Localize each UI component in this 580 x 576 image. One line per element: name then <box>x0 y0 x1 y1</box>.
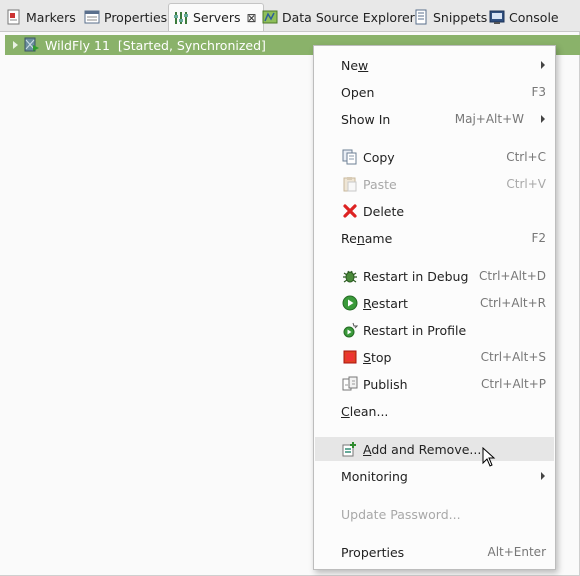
tab-console[interactable]: Console <box>489 4 559 30</box>
menu-item-label: Restart in Debug <box>363 268 469 284</box>
menu-item-label: Delete <box>363 203 405 219</box>
menu-item-label: Monitoring <box>341 468 408 484</box>
menu-item-copy[interactable]: Copy Ctrl+C <box>315 145 554 169</box>
menu-accelerator: Ctrl+Alt+S <box>480 350 546 364</box>
context-menu: New Open F3 Show In Maj+Alt+W Copy Ctrl+… <box>313 45 556 570</box>
menu-accelerator: Alt+Enter <box>487 545 546 559</box>
close-icon[interactable]: ⊠ <box>247 11 257 25</box>
debug-bug-icon <box>342 268 358 284</box>
menu-item-label: Update Password... <box>341 506 461 522</box>
tab-label: Data Source Explorer <box>282 9 415 25</box>
menu-item-label: Open <box>341 84 375 100</box>
menu-item-restart-in-debug[interactable]: Restart in Debug Ctrl+Alt+D <box>315 264 554 288</box>
menu-item-restart-in-profile[interactable]: Restart in Profile <box>315 318 554 342</box>
menu-item-label: Rename <box>341 230 393 246</box>
menu-item-label: Properties <box>341 544 405 560</box>
menu-item-label: Copy <box>363 149 395 165</box>
tab-label: Snippets <box>433 9 488 25</box>
menu-item-label: Paste <box>363 176 397 192</box>
menu-item-label: New <box>341 57 369 73</box>
expand-arrow-icon[interactable] <box>13 41 18 49</box>
menu-accelerator: F2 <box>531 231 546 245</box>
add-remove-icon <box>342 441 358 457</box>
tab-snippets[interactable]: Snippets <box>413 4 487 30</box>
menu-accelerator: Ctrl+Alt+D <box>479 269 546 283</box>
menu-item-paste: Paste Ctrl+V <box>315 172 554 196</box>
menu-item-clean[interactable]: Clean... <box>315 399 554 423</box>
tab-servers[interactable]: Servers ⊠ <box>168 3 264 31</box>
menu-item-open[interactable]: Open F3 <box>315 80 554 104</box>
submenu-arrow-icon <box>541 115 545 123</box>
menu-item-label: Stop <box>363 349 392 365</box>
tab-properties[interactable]: Properties <box>84 4 167 30</box>
menu-item-properties[interactable]: Properties Alt+Enter <box>315 540 554 564</box>
data-source-icon <box>262 9 278 25</box>
run-icon <box>342 295 358 311</box>
server-status: [Started, Synchronized] <box>117 37 266 53</box>
menu-item-label: Restart <box>363 295 408 311</box>
menu-accelerator: Ctrl+Alt+P <box>481 377 546 391</box>
paste-icon <box>342 176 358 192</box>
tab-label: Markers <box>26 9 76 25</box>
markers-icon <box>6 9 22 25</box>
tab-label: Servers <box>193 10 241 25</box>
menu-item-stop[interactable]: Stop Ctrl+Alt+S <box>315 345 554 369</box>
menu-item-label: Publish <box>363 376 408 392</box>
menu-accelerator: F3 <box>531 85 546 99</box>
menu-item-label: Restart in Profile <box>363 322 467 338</box>
console-icon <box>489 9 505 25</box>
tab-data-source-explorer[interactable]: Data Source Explorer <box>262 4 415 30</box>
menu-item-restart[interactable]: Restart Ctrl+Alt+R <box>315 291 554 315</box>
tab-label: Console <box>509 9 559 25</box>
submenu-arrow-icon <box>541 61 545 69</box>
stop-icon <box>342 349 358 365</box>
menu-accelerator: Ctrl+C <box>506 150 546 164</box>
tab-label: Properties <box>104 9 168 25</box>
menu-item-label: Clean... <box>341 403 389 419</box>
wildfly-server-icon <box>24 37 40 53</box>
delete-icon <box>342 203 358 219</box>
profile-icon <box>342 322 359 338</box>
snippets-icon <box>413 9 429 25</box>
menu-item-label: Add and Remove... <box>363 441 482 457</box>
menu-item-add-and-remove[interactable]: Add and Remove... <box>315 437 554 461</box>
properties-icon <box>84 9 100 25</box>
menu-item-new[interactable]: New <box>315 53 554 77</box>
servers-icon <box>173 10 189 26</box>
menu-item-show-in[interactable]: Show In Maj+Alt+W <box>315 107 554 131</box>
menu-accelerator: Ctrl+V <box>506 177 546 191</box>
menu-item-publish[interactable]: Publish Ctrl+Alt+P <box>315 372 554 396</box>
publish-icon <box>342 376 358 392</box>
tab-markers[interactable]: Markers <box>6 4 76 30</box>
copy-icon <box>342 149 358 165</box>
menu-item-update-password: Update Password... <box>315 502 554 526</box>
menu-accelerator: Maj+Alt+W <box>454 112 524 126</box>
menu-accelerator: Ctrl+Alt+R <box>479 296 546 310</box>
server-name: WildFly 11 <box>45 37 110 53</box>
menu-item-delete[interactable]: Delete <box>315 199 554 223</box>
menu-item-label: Show In <box>341 111 391 127</box>
view-tab-bar: Markers Properties Servers ⊠ Data Source… <box>0 0 580 32</box>
submenu-arrow-icon <box>541 472 545 480</box>
mouse-pointer-icon <box>482 446 496 467</box>
menu-item-monitoring[interactable]: Monitoring <box>315 464 554 488</box>
menu-item-rename[interactable]: Rename F2 <box>315 226 554 250</box>
